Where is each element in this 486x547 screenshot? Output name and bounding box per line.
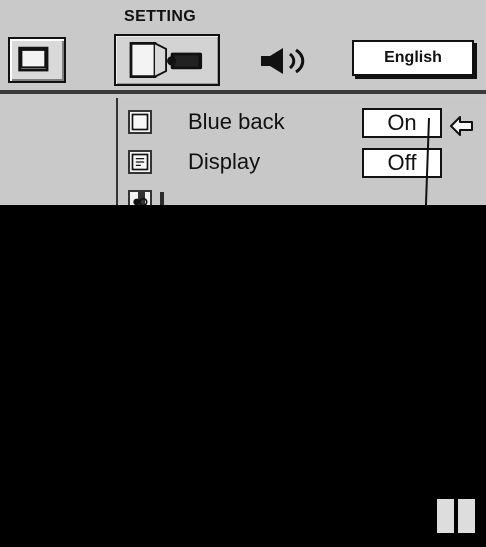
display-icon <box>128 150 152 174</box>
page-tabs-icon <box>437 499 475 533</box>
blue-back-label: Blue back <box>188 109 285 134</box>
display-label: Display <box>188 149 261 174</box>
blue-back-icon <box>128 110 152 134</box>
black-screen-area <box>0 206 486 547</box>
page-tab-right <box>458 499 475 533</box>
projector-settings-button[interactable] <box>114 34 220 86</box>
menu-row-blue-back[interactable]: Blue back On <box>118 104 486 144</box>
page-tab-left <box>437 499 454 533</box>
blue-back-value[interactable]: On <box>362 108 442 138</box>
scan-artifact <box>120 192 380 205</box>
screen: SETTING English Blue back On Display Off <box>0 0 486 547</box>
left-arrow-icon <box>448 114 478 138</box>
menu-divider <box>0 90 486 94</box>
settings-title: SETTING <box>124 8 197 25</box>
projector-settings-icon <box>129 42 203 78</box>
speaker-icon <box>261 48 305 74</box>
speaker-button[interactable] <box>255 44 313 78</box>
screen-frame-icon <box>18 46 49 72</box>
display-value[interactable]: Off <box>362 148 442 178</box>
screen-frame-button[interactable] <box>8 37 66 83</box>
osd-panel: SETTING English Blue back On Display Off <box>0 0 486 205</box>
menu-row-display[interactable]: Display Off <box>118 144 486 184</box>
language-button[interactable]: English <box>352 40 474 76</box>
settings-submenu: Blue back On Display Off <box>116 98 486 205</box>
